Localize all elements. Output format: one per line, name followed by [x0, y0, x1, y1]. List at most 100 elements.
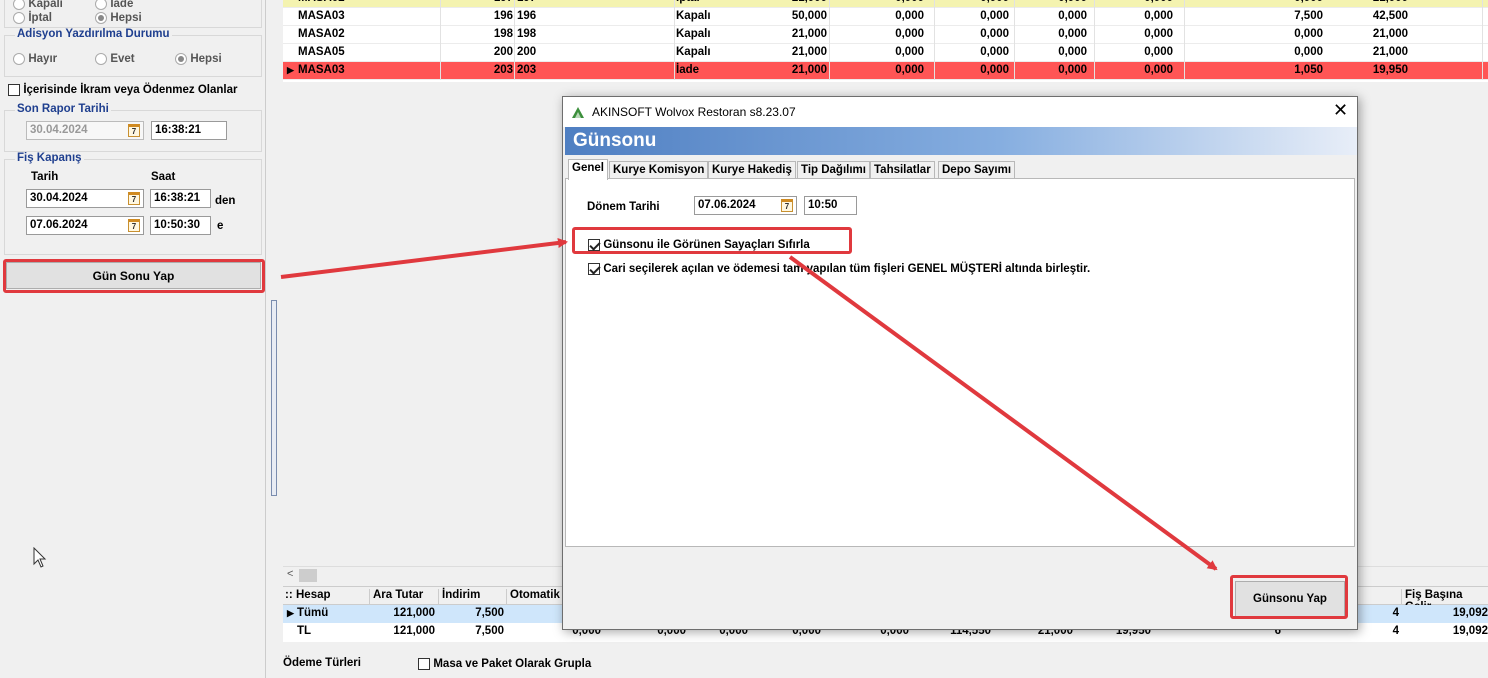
- scroll-thumb[interactable]: [299, 569, 317, 582]
- splitter-handle[interactable]: [271, 300, 277, 496]
- table-cell: 21,000: [757, 0, 827, 4]
- ikram-checkbox[interactable]: İçerisinde İkram veya Ödenmez Olanlar: [8, 82, 237, 96]
- checkbox-icon: [8, 83, 20, 96]
- table-cell: 0,000: [1294, 46, 1323, 58]
- column-divider: [1014, 26, 1015, 44]
- status-radio-hepsi[interactable]: Hepsi: [95, 10, 142, 24]
- table-cell: 0,000: [1144, 46, 1173, 58]
- col-otomatik[interactable]: Otomatik: [506, 589, 560, 605]
- column-divider: [1184, 26, 1185, 44]
- column-divider: [514, 0, 515, 8]
- radio-icon: [95, 11, 107, 24]
- column-divider: [1482, 44, 1483, 62]
- print-radio-evet[interactable]: Evet: [95, 51, 135, 65]
- table-row[interactable]: MASA03 196 196 Kapalı 50,000 0,000 0,000 0,000 0…: [283, 8, 1488, 26]
- tab-kurye-komisyon[interactable]: Kurye Komisyon: [609, 161, 709, 179]
- table-cell: MASA02: [298, 0, 358, 4]
- column-divider: [829, 0, 830, 8]
- from-time-field[interactable]: 16:38:21: [150, 189, 211, 208]
- table-cell: 200: [517, 46, 537, 58]
- table-cell: Kapalı: [676, 10, 711, 22]
- table-cell: 0,000: [980, 46, 1009, 58]
- last-report-title: Son Rapor Tarihi: [15, 103, 111, 115]
- last-report-time-field: 16:38:21: [151, 121, 227, 140]
- status-radio-iade[interactable]: İade: [95, 0, 133, 10]
- drag-handle-icon[interactable]: ::: [283, 589, 293, 605]
- to-date-field[interactable]: 07.06.2024 7: [26, 216, 144, 235]
- checkbox-icon: [588, 262, 600, 275]
- table-cell: 198: [493, 28, 513, 40]
- tab-tahsilatlar[interactable]: Tahsilatlar: [870, 161, 935, 179]
- status-radio-kapali[interactable]: Kapalı: [13, 0, 63, 10]
- column-divider: [1482, 0, 1483, 8]
- column-divider: [440, 62, 441, 80]
- tab-kurye-hakedis[interactable]: Kurye Hakediş: [708, 161, 796, 179]
- day-end-highlight: [3, 259, 265, 293]
- mouse-cursor-icon: [33, 547, 47, 568]
- table-cell: 0,000: [1144, 10, 1173, 22]
- table-cell: 0,000: [895, 64, 924, 76]
- column-divider: [1482, 26, 1483, 44]
- column-divider: [440, 26, 441, 44]
- period-date-field[interactable]: 07.06.2024 7: [694, 196, 797, 215]
- table-cell: 0,000: [1144, 28, 1173, 40]
- table-cell: 0,000: [1093, 0, 1173, 4]
- table-cell: 197: [443, 0, 513, 4]
- table-cell: 21,000: [1328, 0, 1408, 4]
- dialog-title: AKINSOFT Wolvox Restoran s8.23.07: [592, 105, 796, 119]
- gunsonu-dialog: AKINSOFT Wolvox Restoran s8.23.07 ✕ Güns…: [562, 96, 1358, 630]
- to-time-field[interactable]: 10:50:30: [150, 216, 211, 235]
- print-status-title: Adisyon Yazdırılma Durumu: [15, 28, 172, 40]
- table-cell: 50,000: [791, 10, 827, 22]
- period-time-field[interactable]: 10:50: [804, 196, 857, 215]
- table-cell: 0,000: [980, 28, 1009, 40]
- col-ara-tutar[interactable]: Ara Tutar: [369, 589, 423, 605]
- radio-icon: [13, 0, 25, 10]
- close-icon[interactable]: ✕: [1333, 101, 1348, 119]
- panel-splitter[interactable]: [265, 0, 283, 678]
- receipt-close-group: Fiş Kapanış Tarih Saat 30.04.2024 7 16:38…: [4, 152, 262, 255]
- calendar-icon[interactable]: 7: [128, 219, 140, 232]
- table-cell: 0,000: [980, 64, 1009, 76]
- table-cell: 21,000: [1372, 28, 1408, 40]
- tab-tip-dagilimi[interactable]: Tip Dağılımı: [797, 161, 870, 179]
- column-divider: [1094, 62, 1095, 80]
- column-divider: [440, 8, 441, 26]
- table-row[interactable]: ▶ MASA03 203 203 İade 21,000 0,000 0,000 0,000 0,…: [283, 62, 1488, 80]
- table-row[interactable]: MASA02 198 198 Kapalı 21,000 0,000 0,000 0,000 0…: [283, 26, 1488, 44]
- print-status-group: Adisyon Yazdırılma Durumu Hayır Evet Hep…: [4, 28, 262, 77]
- status-filter-group: Kapalı İade İptal Hepsi: [4, 0, 262, 28]
- table-cell: 0,000: [1058, 46, 1087, 58]
- tab-depo-sayimi[interactable]: Depo Sayımı: [938, 161, 1016, 179]
- column-divider: [1482, 62, 1483, 80]
- payment-types-label: Ödeme Türleri: [283, 657, 361, 669]
- table-row[interactable]: MASA02197197İptal21,0000,0000,0000,0000,…: [283, 0, 1488, 8]
- column-divider: [440, 44, 441, 62]
- col-indirim[interactable]: İndirim: [438, 589, 480, 605]
- table-cell: 0,000: [895, 28, 924, 40]
- dialog-titlebar[interactable]: AKINSOFT Wolvox Restoran s8.23.07 ✕: [563, 97, 1357, 127]
- from-date-field[interactable]: 30.04.2024 7: [26, 189, 144, 208]
- column-divider: [1014, 8, 1015, 26]
- table-cell: 7,500: [1294, 10, 1323, 22]
- col-hesap[interactable]: Hesap: [293, 589, 331, 605]
- column-divider: [1184, 62, 1185, 80]
- tab-genel[interactable]: Genel: [568, 159, 608, 180]
- print-radio-hepsi[interactable]: Hepsi: [175, 51, 222, 65]
- table-cell: 0,000: [929, 0, 1009, 4]
- print-radio-hayir[interactable]: Hayır: [13, 51, 57, 65]
- scroll-left-icon[interactable]: <: [287, 568, 293, 580]
- calendar-icon[interactable]: 7: [128, 192, 140, 205]
- radio-icon: [95, 52, 107, 65]
- calendar-icon[interactable]: 7: [781, 199, 793, 212]
- table-cell: 200: [493, 46, 513, 58]
- app-logo-icon: [572, 107, 584, 118]
- group-checkbox[interactable]: Masa ve Paket Olarak Grupla: [418, 656, 591, 670]
- calendar-icon: 7: [128, 124, 140, 137]
- status-radio-iptal[interactable]: İptal: [13, 10, 52, 24]
- table-row[interactable]: MASA05 200 200 Kapalı 21,000 0,000 0,000 0,000 0…: [283, 44, 1488, 62]
- merge-receipts-checkbox[interactable]: Cari seçilerek açılan ve ödemesi tam yap…: [588, 261, 1090, 275]
- table-cell: MASA03: [298, 10, 345, 22]
- table-cell: 0,000: [1058, 28, 1087, 40]
- col-fis-basina-gelir[interactable]: Fiş Başına Gelir: [1401, 589, 1488, 613]
